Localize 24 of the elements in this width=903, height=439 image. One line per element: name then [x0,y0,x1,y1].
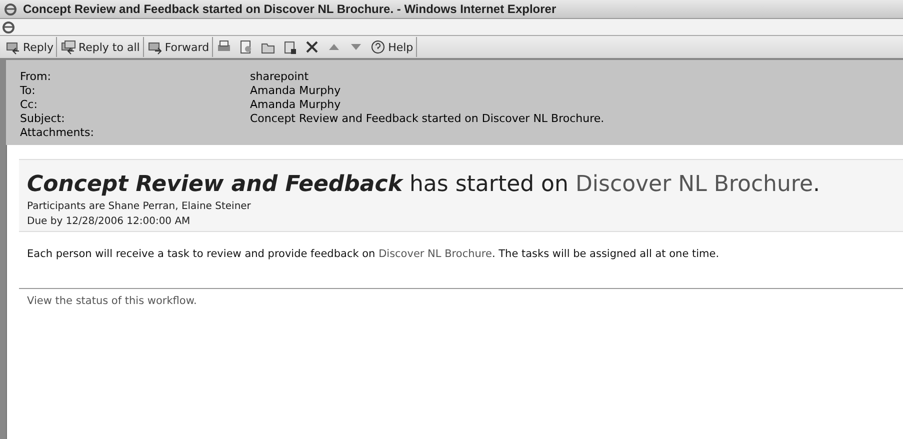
message-heading: Concept Review and Feedback has started on Discover NL Brochure. [27,172,822,197]
header-label: From: [20,70,52,83]
help-icon [370,39,386,55]
window-title: Concept Review and Feedback started on Discover NL Brochure. - Windows Internet Explorer [23,2,556,16]
due-date-text: Due by 12/28/2006 12:00:00 AM [27,216,192,227]
participants-text: Participants are Shane Perran, Elaine Steiner [27,201,252,212]
help-button[interactable]: Help [367,37,418,57]
document-link[interactable]: Discover NL Brochure [575,172,814,197]
header-value: Amanda Murphy [250,84,342,97]
document-link[interactable]: Discover NL Brochure [378,248,492,260]
header-label: Attachments: [20,126,95,139]
reply-all-button[interactable]: Reply to all [57,37,144,57]
forward-button[interactable]: Forward [144,37,214,57]
header-label: Subject: [20,112,66,125]
header-value: Concept Review and Feedback started on Discover NL Brochure. [250,112,606,125]
workflow-status-link[interactable]: View the status of this workflow. [27,295,197,307]
body-paragraph: Each person will receive a task to review and provide feedback on Discover NL Brochure. The tasks will be assigned all at one time. [26,247,720,262]
header-label: To: [20,84,36,97]
reply-button[interactable]: Reply [2,37,58,57]
close-icon [304,39,320,55]
header-value: Amanda Murphy [250,98,342,111]
header-value: sharepoint [250,70,310,83]
reply-all-icon [60,39,76,55]
header-label: Cc: [20,98,38,111]
